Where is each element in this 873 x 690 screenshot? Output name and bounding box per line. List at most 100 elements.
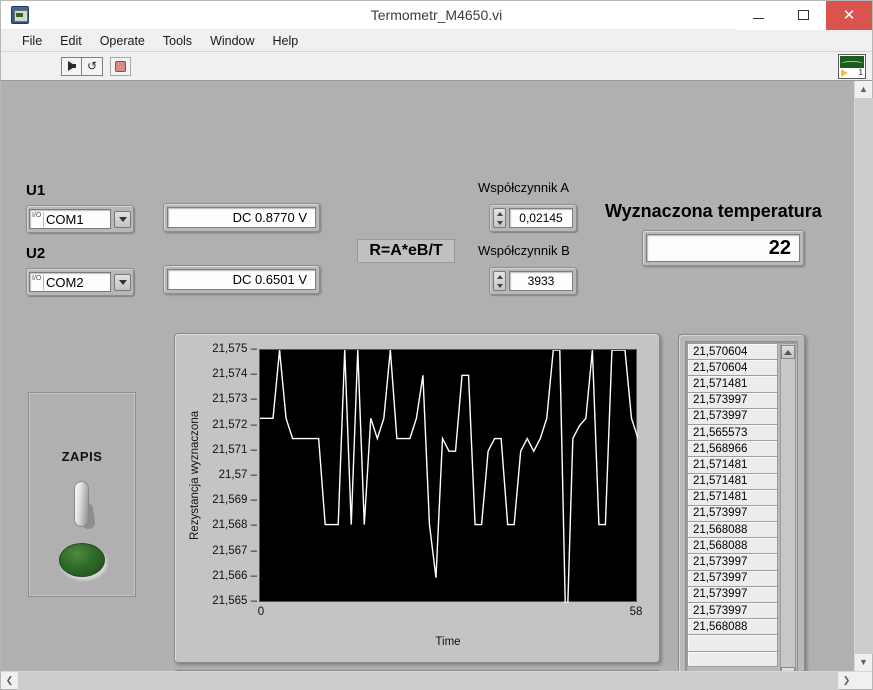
u1-reading-value: DC 0.8770 V: [167, 207, 316, 228]
zapis-toggle-switch[interactable]: [72, 481, 96, 530]
array-cell: 21,571481: [687, 472, 778, 489]
resize-grip[interactable]: [855, 672, 872, 690]
array-cell: 21,573997: [687, 569, 778, 586]
array-scrollbar[interactable]: [780, 343, 796, 671]
waveform-chart[interactable]: 21,575 –21,574 –21,573 –21,572 –21,571 –…: [174, 333, 660, 663]
array-cell: 21,571481: [687, 375, 778, 392]
array-cell: 21,570604: [687, 343, 778, 360]
array-cell: 21,571481: [687, 456, 778, 473]
vertical-scroll-track[interactable]: [854, 98, 873, 654]
close-button[interactable]: ✕: [826, 0, 872, 30]
u1-reading-indicator: DC 0.8770 V: [163, 203, 320, 232]
u2-reading-indicator: DC 0.6501 V: [163, 265, 320, 294]
panel-area: U1 COM1 DC 0.8770 V U2 COM2 DC 0.6501 V …: [1, 81, 873, 671]
y-axis-tick: 21,566 –: [212, 569, 257, 582]
temperature-label: Wyznaczona temperatura: [605, 201, 822, 221]
array-cell-list: 21,570604 21,570604 21,571481 21,573997 21,5…: [687, 343, 778, 671]
array-cell: 21,568088: [687, 521, 778, 538]
array-cell: 21,573997: [687, 504, 778, 522]
formula-label: R=A*eB/T: [357, 239, 455, 263]
title-bar: Termometr_M4650.vi ✕: [1, 0, 872, 30]
y-axis-label: Rezystancja wyznaczona: [189, 410, 201, 540]
maximize-button[interactable]: [781, 0, 826, 30]
u2-port-ring[interactable]: COM2: [26, 268, 134, 296]
toolbar: ↺ 1: [1, 52, 872, 81]
zapis-label: ZAPIS: [61, 449, 103, 464]
coefficient-a-stepper[interactable]: [493, 208, 506, 228]
scroll-down-icon[interactable]: ▼: [859, 654, 868, 671]
u1-port-ring[interactable]: COM1: [26, 205, 134, 233]
array-cell: 21,571481: [687, 488, 778, 505]
labview-vi-icon: [11, 6, 29, 24]
coefficient-a-value[interactable]: 0,02145: [509, 208, 573, 228]
coefficient-b-value[interactable]: 3933: [509, 271, 573, 291]
chevron-down-icon: [118, 216, 127, 222]
application-window: Termometr_M4650.vi ✕ File Edit Operate T…: [0, 0, 873, 690]
panel-horizontal-scrollbar[interactable]: ❮ ❯: [1, 671, 872, 690]
array-indicator: 21,570604 21,570604 21,571481 21,573997 21,5…: [678, 334, 805, 671]
scroll-left-icon[interactable]: ❮: [1, 675, 18, 686]
menu-item-edit[interactable]: Edit: [51, 32, 91, 50]
array-scroll-up-button[interactable]: [781, 345, 795, 359]
x-axis-tick-max: 58: [629, 606, 643, 618]
u2-label: U2: [26, 245, 46, 262]
stepper-down-icon: [496, 220, 503, 225]
temperature-value: 22: [646, 234, 800, 262]
horizontal-scroll-track[interactable]: [18, 671, 838, 690]
u1-label: U1: [26, 182, 46, 199]
stepper-up-icon: [496, 211, 503, 216]
array-cell: [687, 650, 778, 667]
coefficient-b-label: Współczynnik B: [478, 243, 570, 258]
menu-item-tools[interactable]: Tools: [154, 32, 201, 50]
u1-port-value[interactable]: COM1: [29, 209, 111, 229]
u2-dropdown-button[interactable]: [114, 273, 131, 291]
minimize-button[interactable]: [736, 0, 781, 30]
u1-dropdown-button[interactable]: [114, 210, 131, 228]
array-scroll-down-button[interactable]: [781, 667, 795, 671]
vi-icon-pane[interactable]: 1: [838, 54, 866, 79]
coefficient-a-label: Współczynnik A: [478, 180, 570, 195]
front-panel: U1 COM1 DC 0.8770 V U2 COM2 DC 0.6501 V …: [1, 81, 854, 671]
menu-item-operate[interactable]: Operate: [91, 32, 154, 50]
zapis-status-led: [59, 543, 105, 577]
u2-port-value[interactable]: COM2: [29, 272, 111, 292]
run-arrow-icon: [67, 61, 76, 71]
array-cell: 21,568966: [687, 440, 778, 457]
stepper-down-icon: [496, 283, 503, 288]
y-axis-tick: 21,573 –: [212, 393, 257, 406]
y-axis-tick: 21,565 –: [212, 595, 257, 607]
waveform-trace: [260, 350, 638, 603]
y-axis-tick: 21,567 –: [212, 544, 257, 557]
panel-vertical-scrollbar[interactable]: ▲ ▼: [854, 81, 873, 671]
scroll-right-icon[interactable]: ❯: [838, 675, 855, 686]
menu-item-file[interactable]: File: [13, 32, 51, 50]
temperature-indicator: 22: [642, 230, 804, 266]
array-cell: 21,570604: [687, 359, 778, 376]
run-button[interactable]: [61, 56, 82, 76]
run-continuously-button[interactable]: ↺: [82, 56, 103, 76]
y-axis-tick: 21,574 –: [212, 368, 257, 381]
horizontal-scroll-thumb[interactable]: [18, 671, 838, 690]
toolbar-button-group: ↺: [61, 56, 131, 76]
array-cell: 21,573997: [687, 391, 778, 408]
vertical-scroll-thumb[interactable]: [854, 98, 873, 654]
scroll-up-icon[interactable]: ▲: [859, 81, 868, 98]
run-continuously-icon: ↺: [86, 59, 98, 73]
plot-area: [259, 349, 637, 602]
coefficient-b-stepper[interactable]: [493, 271, 506, 291]
stepper-up-icon: [496, 274, 503, 279]
scroll-up-icon: [784, 349, 792, 355]
array-cell: 21,573997: [687, 407, 778, 424]
abort-execution-button[interactable]: [110, 56, 131, 76]
array-cell: 21,573997: [687, 553, 778, 570]
coefficient-a-control[interactable]: 0,02145: [489, 204, 577, 232]
x-axis-label: Time: [435, 636, 461, 648]
array-cell: 21,568088: [687, 537, 778, 554]
menu-item-window[interactable]: Window: [201, 32, 263, 50]
u2-reading-value: DC 0.6501 V: [167, 269, 316, 290]
abort-execution-icon: [115, 60, 126, 72]
window-controls: ✕: [736, 0, 872, 30]
menu-item-help[interactable]: Help: [264, 32, 308, 50]
x-axis-tick-min: 0: [257, 606, 265, 618]
coefficient-b-control[interactable]: 3933: [489, 267, 577, 295]
